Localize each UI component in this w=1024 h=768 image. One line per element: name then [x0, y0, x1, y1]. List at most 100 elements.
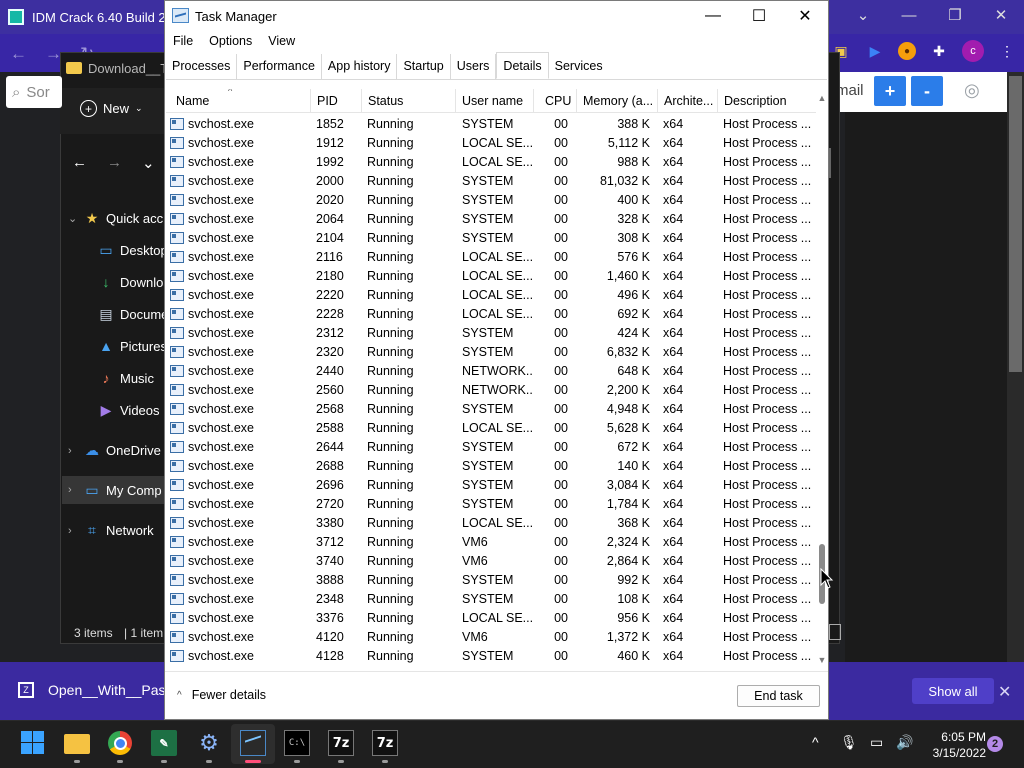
table-row[interactable]: svchost.exe 3376 Running LOCAL SE... 00 956 K…: [166, 608, 816, 627]
start-icon[interactable]: [20, 730, 46, 756]
end-task-button[interactable]: End task: [737, 685, 820, 707]
column-header-cpu[interactable]: CPU: [534, 89, 577, 113]
email-link[interactable]: mail: [836, 82, 864, 99]
tab-services[interactable]: Services: [549, 54, 609, 79]
back-icon[interactable]: ←: [10, 44, 27, 64]
7zip-icon[interactable]: 7z: [372, 730, 398, 756]
table-row[interactable]: svchost.exe 2116 Running LOCAL SE... 00 576 K…: [166, 247, 816, 266]
column-header-pid[interactable]: PID: [311, 89, 362, 113]
table-row[interactable]: svchost.exe 2348 Running SYSTEM 00 108 K x64 Ho…: [166, 589, 816, 608]
7zip-icon[interactable]: 7z: [328, 730, 354, 756]
table-row[interactable]: svchost.exe 2064 Running SYSTEM 00 328 K x64 Ho…: [166, 209, 816, 228]
new-button[interactable]: + New ⌄: [80, 100, 143, 117]
tab-app-history[interactable]: App history: [322, 54, 398, 79]
system-clock[interactable]: 6:05 PM 3/15/2022: [926, 729, 986, 761]
column-header-memory[interactable]: Memory (a...: [577, 89, 658, 113]
table-row[interactable]: svchost.exe 2440 Running NETWORK... 00 648 K x…: [166, 361, 816, 380]
tab-performance[interactable]: Performance: [237, 54, 322, 79]
fewer-details-button[interactable]: ^ Fewer details: [177, 688, 266, 702]
table-row[interactable]: svchost.exe 2180 Running LOCAL SE... 00 1,460…: [166, 266, 816, 285]
restore-icon[interactable]: ❐: [932, 0, 978, 30]
close-button[interactable]: ✕: [782, 1, 828, 31]
table-row[interactable]: svchost.exe 3380 Running LOCAL SE... 00 368 K…: [166, 513, 816, 532]
tree-item-desktop[interactable]: ▭ Desktop: [98, 242, 167, 259]
minimize-button[interactable]: —: [690, 1, 736, 31]
zoom-out-button[interactable]: -: [911, 76, 943, 106]
scroll-up-icon[interactable]: ▲: [817, 93, 827, 105]
close-icon[interactable]: ✕: [978, 0, 1024, 30]
microphone-icon[interactable]: 🎙: [840, 734, 858, 751]
tree-item-quick-access[interactable]: ⌄ ★ Quick acc: [68, 210, 163, 227]
play-icon[interactable]: ▶: [864, 40, 886, 62]
table-row[interactable]: svchost.exe 4120 Running VM6 00 1,372 K x64 Hos…: [166, 627, 816, 646]
terminal-icon[interactable]: C:\: [284, 730, 310, 756]
column-header-architecture[interactable]: Archite...: [658, 89, 718, 113]
menu-options[interactable]: Options: [201, 31, 260, 53]
table-row[interactable]: svchost.exe 3712 Running VM6 00 2,324 K x64 Hos…: [166, 532, 816, 551]
eye-off-icon[interactable]: ◎: [964, 80, 980, 101]
minimize-icon[interactable]: —: [886, 0, 932, 30]
back-icon[interactable]: ←: [72, 154, 87, 172]
notification-badge[interactable]: 2: [987, 736, 1003, 752]
volume-icon[interactable]: 🔊: [896, 734, 913, 751]
table-row[interactable]: svchost.exe 2588 Running LOCAL SE... 00 5,628…: [166, 418, 816, 437]
tree-item-documents[interactable]: ▤ Docume: [98, 306, 168, 323]
chevron-right-icon[interactable]: ›: [68, 525, 78, 537]
browser-tab[interactable]: IDM Crack 6.40 Build 2: [8, 4, 168, 30]
tree-item-videos[interactable]: ▶ Videos: [98, 402, 160, 419]
table-row[interactable]: svchost.exe 1912 Running LOCAL SE... 00 5,112…: [166, 133, 816, 152]
chevron-down-icon[interactable]: ⌄: [840, 0, 886, 30]
table-row[interactable]: svchost.exe 2688 Running SYSTEM 00 140 K x64 Ho…: [166, 456, 816, 475]
table-row[interactable]: svchost.exe 2228 Running LOCAL SE... 00 692 K…: [166, 304, 816, 323]
chevron-right-icon[interactable]: ›: [68, 484, 78, 496]
chrome-icon[interactable]: [108, 731, 132, 755]
search-input[interactable]: Sor: [26, 84, 49, 101]
chevron-down-icon[interactable]: ⌄: [142, 154, 155, 172]
kebab-menu-icon[interactable]: ⋮: [996, 40, 1018, 62]
table-row[interactable]: svchost.exe 2568 Running SYSTEM 00 4,948 K x64…: [166, 399, 816, 418]
table-row[interactable]: svchost.exe 2696 Running SYSTEM 00 3,084 K x64…: [166, 475, 816, 494]
tab-users[interactable]: Users: [451, 54, 497, 79]
chevron-right-icon[interactable]: ›: [68, 445, 78, 457]
tree-item-network[interactable]: › ⌗ Network: [68, 522, 154, 539]
table-row[interactable]: svchost.exe 2720 Running SYSTEM 00 1,784 K x64…: [166, 494, 816, 513]
tree-item-onedrive[interactable]: › ☁ OneDrive: [68, 442, 161, 459]
table-row[interactable]: svchost.exe 4128 Running SYSTEM 00 460 K x64 Ho…: [166, 646, 816, 665]
tab-startup[interactable]: Startup: [397, 54, 451, 79]
table-row[interactable]: svchost.exe 2000 Running SYSTEM 00 81,032 K x6…: [166, 171, 816, 190]
tree-item-downloads[interactable]: ↓ Downloa: [98, 274, 171, 290]
puzzle-icon[interactable]: ✚: [928, 40, 950, 62]
zoom-in-button[interactable]: +: [874, 76, 906, 106]
search-box[interactable]: ⌕ Sor: [6, 76, 62, 108]
task-manager-icon[interactable]: [240, 730, 266, 756]
table-row[interactable]: svchost.exe 3740 Running VM6 00 2,864 K x64 Hos…: [166, 551, 816, 570]
scroll-down-icon[interactable]: ▼: [817, 655, 827, 667]
table-row[interactable]: svchost.exe 2320 Running SYSTEM 00 6,832 K x64…: [166, 342, 816, 361]
table-row[interactable]: svchost.exe 3888 Running SYSTEM 00 992 K x64 Ho…: [166, 570, 816, 589]
excel-icon[interactable]: ✎: [151, 730, 177, 756]
menu-file[interactable]: File: [165, 31, 201, 53]
column-header-description[interactable]: Description: [718, 89, 816, 113]
file-explorer-icon[interactable]: [64, 734, 90, 754]
show-all-button[interactable]: Show all: [912, 678, 994, 704]
tree-item-music[interactable]: ♪ Music: [98, 370, 154, 386]
settings-icon[interactable]: ⚙: [196, 730, 222, 756]
close-icon[interactable]: ✕: [998, 682, 1011, 702]
table-row[interactable]: svchost.exe 2644 Running SYSTEM 00 672 K x64 Ho…: [166, 437, 816, 456]
chevron-down-icon[interactable]: ⌄: [68, 212, 78, 225]
tab-details[interactable]: Details: [496, 52, 549, 79]
table-row[interactable]: svchost.exe 2560 Running NETWORK... 00 2,200 …: [166, 380, 816, 399]
table-row[interactable]: svchost.exe 1992 Running LOCAL SE... 00 988 K…: [166, 152, 816, 171]
task-manager-titlebar[interactable]: Task Manager — ☐ ✕: [165, 1, 828, 31]
column-header-name[interactable]: Name ^: [166, 89, 311, 113]
browser-scroll-thumb[interactable]: [1009, 76, 1022, 372]
menu-view[interactable]: View: [260, 31, 303, 53]
download-item[interactable]: Z Open__With__Pas...: [18, 682, 177, 698]
profile-avatar[interactable]: c: [962, 40, 984, 62]
tampermonkey-icon[interactable]: ●: [898, 42, 916, 60]
maximize-button[interactable]: ☐: [736, 1, 782, 31]
table-row[interactable]: svchost.exe 2104 Running SYSTEM 00 308 K x64 Ho…: [166, 228, 816, 247]
show-hidden-icons-icon[interactable]: ^: [812, 734, 819, 750]
column-header-user-name[interactable]: User name: [456, 89, 534, 113]
tree-item-pictures[interactable]: ▲ Pictures: [98, 338, 167, 354]
